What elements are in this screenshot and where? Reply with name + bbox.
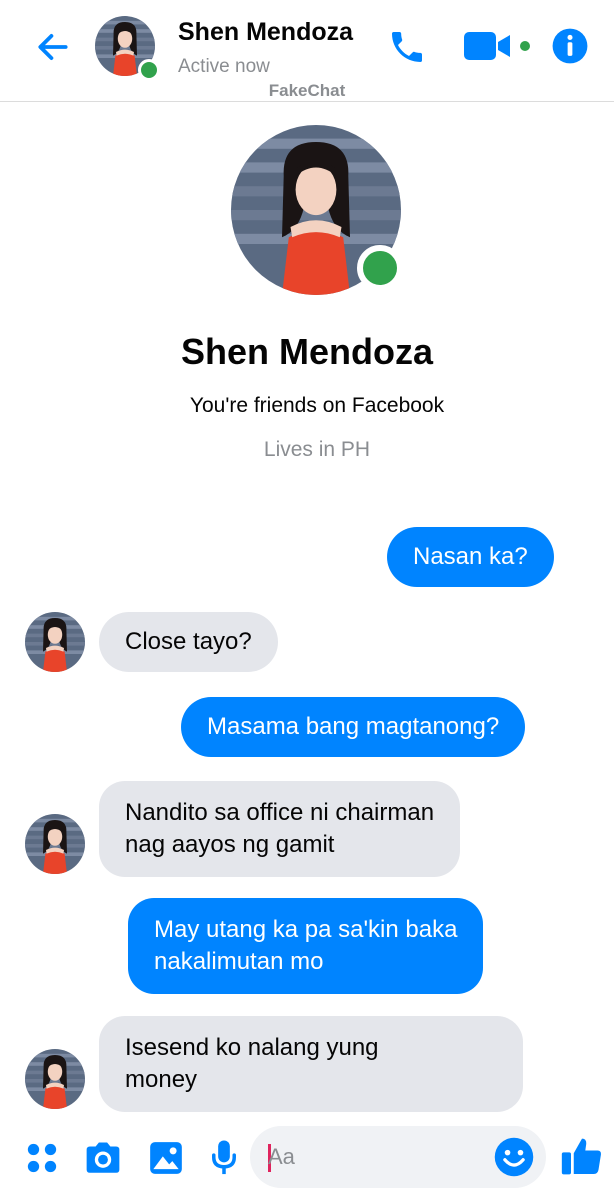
message-bubble-outgoing[interactable]: Nasan ka? <box>387 527 554 587</box>
message-line: nakalimutan mo <box>154 948 324 975</box>
microphone-icon <box>212 1140 236 1175</box>
message-bubble-outgoing[interactable]: May utang ka pa sa'kin baka nakalimutan … <box>128 898 484 994</box>
message-bubble-incoming[interactable]: Isesend ko nalang yung money <box>99 1016 523 1112</box>
location-line: Lives in PH <box>263 438 371 461</box>
sender-avatar[interactable] <box>25 814 85 874</box>
message-bubble-incoming[interactable]: Close tayo? <box>99 612 278 672</box>
message-input-container[interactable] <box>250 1126 546 1188</box>
video-camera-icon <box>464 32 510 60</box>
thumbs-up-icon <box>561 1138 601 1175</box>
message-line: Nandito sa office ni chairman <box>125 799 435 826</box>
gallery-button[interactable] <box>144 1136 188 1180</box>
watermark: FakeChat <box>268 81 346 100</box>
profile-avatar[interactable] <box>231 125 403 297</box>
phone-icon <box>392 32 422 62</box>
message-line: May utang ka pa sa'kin baka <box>154 916 458 943</box>
sender-avatar[interactable] <box>25 1049 85 1109</box>
active-status: Active now <box>178 56 270 77</box>
friends-status: You're friends on Facebook <box>189 394 445 417</box>
emoji-icon <box>494 1137 534 1177</box>
message-input[interactable] <box>268 1126 478 1188</box>
image-icon <box>150 1142 182 1174</box>
video-online-dot <box>520 41 530 51</box>
contact-name[interactable]: Shen Mendoza <box>178 18 353 47</box>
message-line: money <box>125 1066 198 1093</box>
back-arrow-icon <box>38 34 68 60</box>
more-actions-button[interactable] <box>20 1136 64 1180</box>
apps-grid-icon <box>27 1143 57 1173</box>
message-line: nag aayos ng gamit <box>125 831 335 858</box>
profile-name: Shen Mendoza <box>180 331 434 372</box>
message-bubble-outgoing[interactable]: Masama bang magtanong? <box>181 697 526 757</box>
like-button[interactable] <box>558 1130 606 1182</box>
message-composer <box>0 1118 614 1200</box>
message-bubble-incoming[interactable]: Nandito sa office ni chairman nag aayos … <box>99 781 461 877</box>
camera-icon <box>86 1142 120 1173</box>
info-button[interactable] <box>550 26 590 66</box>
camera-button[interactable] <box>81 1136 125 1180</box>
back-button[interactable] <box>30 24 76 70</box>
online-indicator <box>138 59 160 81</box>
voice-message-button[interactable] <box>202 1136 246 1180</box>
emoji-button[interactable] <box>492 1135 536 1179</box>
contact-avatar[interactable] <box>95 16 160 81</box>
video-call-button[interactable] <box>462 26 536 66</box>
info-icon <box>552 28 588 64</box>
profile-online-indicator <box>357 245 403 291</box>
message-line: Isesend ko nalang yung <box>125 1034 379 1061</box>
voice-call-button[interactable] <box>384 24 430 70</box>
sender-avatar[interactable] <box>25 612 85 672</box>
chat-header: Shen Mendoza Active now FakeChat <box>0 0 614 102</box>
